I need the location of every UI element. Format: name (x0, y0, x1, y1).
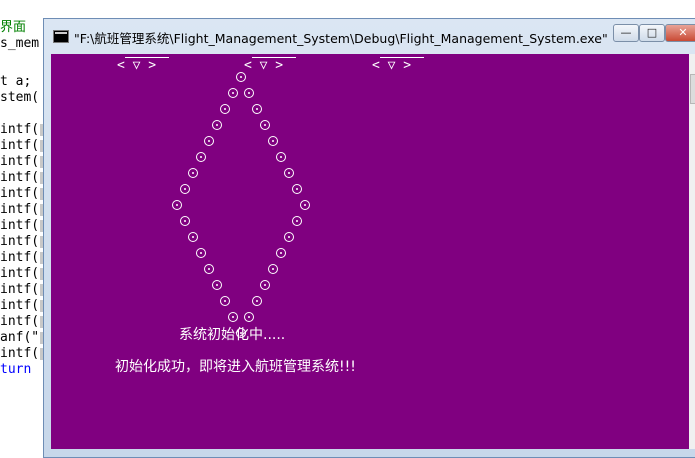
diamond-dot (228, 312, 238, 322)
code-line: 界面 (0, 20, 27, 35)
code-line: intf( (0, 154, 40, 169)
diamond-dot (244, 88, 254, 98)
code-line: intf( (0, 138, 40, 153)
code-line: intf( (0, 202, 40, 217)
diamond-dot (228, 88, 238, 98)
diamond-dot (204, 136, 214, 146)
close-button[interactable]: ✕ (665, 24, 695, 42)
scrollbar-thumb[interactable] (690, 74, 695, 104)
code-line: intf( (0, 314, 40, 329)
success-message: 初始化成功，即将进入航班管理系统!!! (115, 359, 356, 375)
diamond-dot (300, 200, 310, 210)
console-scrollbar[interactable] (689, 54, 695, 449)
diamond-dot (180, 216, 190, 226)
code-line: intf( (0, 282, 40, 297)
code-line: intf( (0, 170, 40, 185)
diamond-dot (212, 280, 222, 290)
diamond-dot (220, 296, 230, 306)
face-ascii-3: < ▽ > (372, 58, 412, 73)
code-line: turn (0, 362, 32, 377)
diamond-dot (188, 232, 198, 242)
code-line: anf(" (0, 330, 40, 345)
face-ascii-2: < ▽ > (244, 58, 284, 73)
diamond-dot (188, 168, 198, 178)
loading-message: 系统初始化中..... (179, 327, 286, 343)
face-brow-3 (380, 57, 424, 58)
code-line: intf( (0, 218, 40, 233)
diamond-dot (196, 152, 206, 162)
diamond-dot (268, 136, 278, 146)
code-line: intf( (0, 250, 40, 265)
face-brow-1 (125, 57, 169, 58)
code-line: s_mem (0, 36, 40, 51)
code-editor-background: 界面 s_mem t a; stem(intf(intf(intf(intf(intf… (0, 0, 44, 447)
diamond-dot (220, 104, 230, 114)
code-line: intf( (0, 122, 40, 137)
diamond-dot (212, 120, 222, 130)
window-title: "F:\航班管理系统\Flight_Management_System\Debu… (74, 31, 608, 46)
diamond-dot (180, 184, 190, 194)
code-line: intf( (0, 298, 40, 313)
diamond-dot (236, 72, 246, 82)
code-line: t a; (0, 74, 32, 89)
diamond-dot (284, 232, 294, 242)
diamond-dot (292, 184, 302, 194)
diamond-dot (292, 216, 302, 226)
code-line: intf( (0, 346, 40, 361)
diamond-dot (172, 200, 182, 210)
diamond-dot (252, 296, 262, 306)
diamond-dot (244, 312, 254, 322)
title-bar[interactable]: "F:\航班管理系统\Flight_Management_System\Debu… (44, 19, 695, 53)
diamond-dot (236, 328, 246, 338)
diamond-dot (260, 280, 270, 290)
maximize-button[interactable]: □ (639, 24, 665, 42)
diamond-dot (252, 104, 262, 114)
code-line: intf( (0, 186, 40, 201)
diamond-dot (196, 248, 206, 258)
minimize-button[interactable]: — (613, 24, 639, 42)
diamond-dot (276, 152, 286, 162)
diamond-dot (204, 264, 214, 274)
code-line: stem( (0, 90, 40, 105)
face-ascii-1: < ▽ > (117, 58, 157, 73)
diamond-dot (268, 264, 278, 274)
diamond-dot (276, 248, 286, 258)
face-brow-2 (252, 57, 296, 58)
code-line: intf( (0, 234, 40, 249)
console-output[interactable]: < ▽ > < ▽ > < ▽ > 系统初始化中..... 初始化成功，即将进入… (51, 54, 689, 449)
code-line: intf( (0, 266, 40, 281)
diamond-dot (284, 168, 294, 178)
console-app-icon (53, 30, 69, 43)
console-window[interactable]: "F:\航班管理系统\Flight_Management_System\Debu… (43, 18, 695, 458)
diamond-dot (260, 120, 270, 130)
